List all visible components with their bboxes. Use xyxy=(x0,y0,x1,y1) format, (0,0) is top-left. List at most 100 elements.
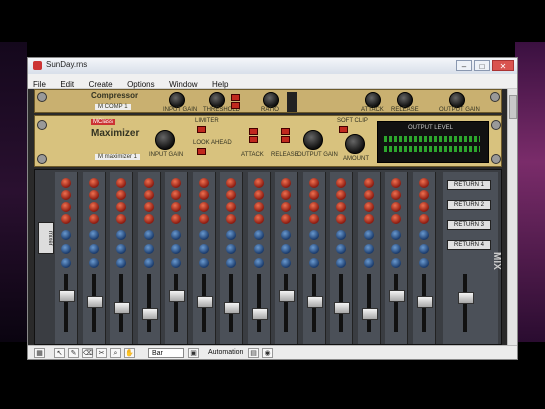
channel-fader[interactable] xyxy=(251,308,268,320)
eq-knob[interactable] xyxy=(363,230,374,240)
ratio-knob[interactable] xyxy=(263,92,279,108)
snap-select[interactable]: Bar xyxy=(148,348,184,358)
eq-knob[interactable] xyxy=(171,230,181,240)
send-knob[interactable] xyxy=(61,178,71,188)
eq-knob[interactable] xyxy=(198,230,209,240)
send-knob[interactable] xyxy=(391,214,401,224)
channel-fader[interactable] xyxy=(306,296,323,308)
send-knob[interactable] xyxy=(116,214,126,224)
send-knob[interactable] xyxy=(308,214,319,224)
grid-icon[interactable]: ▦ xyxy=(34,348,45,358)
send-knob[interactable] xyxy=(418,202,429,212)
eq-knob[interactable] xyxy=(308,230,319,240)
eq-knob[interactable] xyxy=(88,230,99,240)
master-fader[interactable] xyxy=(458,292,474,304)
eq-knob[interactable] xyxy=(391,258,401,268)
send-knob[interactable] xyxy=(281,214,291,224)
channel-fader[interactable] xyxy=(416,296,433,308)
output-gain-knob[interactable] xyxy=(449,92,465,108)
eq-knob[interactable] xyxy=(198,244,209,254)
send-knob[interactable] xyxy=(308,202,319,212)
hand-tool-icon[interactable]: ✋ xyxy=(124,348,135,358)
send-knob[interactable] xyxy=(253,178,264,188)
eq-knob[interactable] xyxy=(61,244,71,254)
eq-knob[interactable] xyxy=(281,230,291,240)
send-knob[interactable] xyxy=(226,178,236,188)
send-knob[interactable] xyxy=(143,214,154,224)
toggle-button[interactable] xyxy=(231,102,240,109)
send-knob[interactable] xyxy=(391,190,401,200)
release-toggle[interactable] xyxy=(281,128,290,135)
send-knob[interactable] xyxy=(418,190,429,200)
look-ahead-toggle[interactable] xyxy=(197,148,206,155)
automation-icon[interactable]: ▤ xyxy=(248,348,259,358)
attack-toggle[interactable] xyxy=(249,128,258,135)
return-button[interactable]: RETURN 2 xyxy=(447,200,491,210)
eq-knob[interactable] xyxy=(336,244,346,254)
eq-knob[interactable] xyxy=(143,230,154,240)
send-knob[interactable] xyxy=(143,178,154,188)
pointer-tool-icon[interactable]: ↖ xyxy=(54,348,65,358)
minimize-button[interactable]: – xyxy=(456,60,472,71)
channel-fader[interactable] xyxy=(86,296,103,308)
send-knob[interactable] xyxy=(61,190,71,200)
eq-knob[interactable] xyxy=(116,258,126,268)
eq-knob[interactable] xyxy=(308,258,319,268)
scrollbar-thumb[interactable] xyxy=(509,95,517,119)
channel-fader[interactable] xyxy=(141,308,158,320)
send-knob[interactable] xyxy=(171,190,181,200)
eq-knob[interactable] xyxy=(226,258,236,268)
channel-fader[interactable] xyxy=(196,296,213,308)
release-toggle[interactable] xyxy=(281,136,290,143)
eq-knob[interactable] xyxy=(198,258,209,268)
send-knob[interactable] xyxy=(253,190,264,200)
send-knob[interactable] xyxy=(336,214,346,224)
output-gain-knob[interactable] xyxy=(303,130,323,150)
eq-knob[interactable] xyxy=(336,258,346,268)
toggle-button[interactable] xyxy=(231,94,240,101)
send-knob[interactable] xyxy=(363,214,374,224)
channel-fader[interactable] xyxy=(334,302,350,314)
eq-knob[interactable] xyxy=(253,244,264,254)
eq-knob[interactable] xyxy=(253,230,264,240)
channel-fader[interactable] xyxy=(389,290,405,302)
send-knob[interactable] xyxy=(226,214,236,224)
eq-knob[interactable] xyxy=(281,244,291,254)
zoom-tool-icon[interactable]: ⌕ xyxy=(110,348,121,358)
send-knob[interactable] xyxy=(226,202,236,212)
snap-toggle-icon[interactable]: ▣ xyxy=(188,348,199,358)
send-knob[interactable] xyxy=(336,178,346,188)
vertical-scrollbar[interactable] xyxy=(507,89,517,345)
eq-knob[interactable] xyxy=(281,258,291,268)
channel-fader[interactable] xyxy=(224,302,240,314)
eq-knob[interactable] xyxy=(226,244,236,254)
send-knob[interactable] xyxy=(281,178,291,188)
attack-knob[interactable] xyxy=(365,92,381,108)
eq-knob[interactable] xyxy=(61,230,71,240)
send-knob[interactable] xyxy=(61,202,71,212)
limiter-toggle[interactable] xyxy=(197,126,206,133)
send-knob[interactable] xyxy=(116,178,126,188)
attack-toggle[interactable] xyxy=(249,136,258,143)
send-knob[interactable] xyxy=(363,178,374,188)
send-knob[interactable] xyxy=(308,178,319,188)
eq-knob[interactable] xyxy=(116,230,126,240)
eq-knob[interactable] xyxy=(391,244,401,254)
send-knob[interactable] xyxy=(198,190,209,200)
return-button[interactable]: RETURN 1 xyxy=(447,180,491,190)
send-knob[interactable] xyxy=(198,178,209,188)
maximize-button[interactable]: □ xyxy=(474,60,490,71)
send-knob[interactable] xyxy=(363,202,374,212)
eq-knob[interactable] xyxy=(143,244,154,254)
send-knob[interactable] xyxy=(143,202,154,212)
send-knob[interactable] xyxy=(281,190,291,200)
eq-knob[interactable] xyxy=(418,244,429,254)
eq-knob[interactable] xyxy=(116,244,126,254)
amount-knob[interactable] xyxy=(345,134,365,154)
record-icon[interactable]: ◉ xyxy=(262,348,273,358)
channel-fader[interactable] xyxy=(279,290,295,302)
eq-knob[interactable] xyxy=(418,258,429,268)
send-knob[interactable] xyxy=(308,190,319,200)
eq-knob[interactable] xyxy=(308,244,319,254)
pencil-tool-icon[interactable]: ✎ xyxy=(68,348,79,358)
